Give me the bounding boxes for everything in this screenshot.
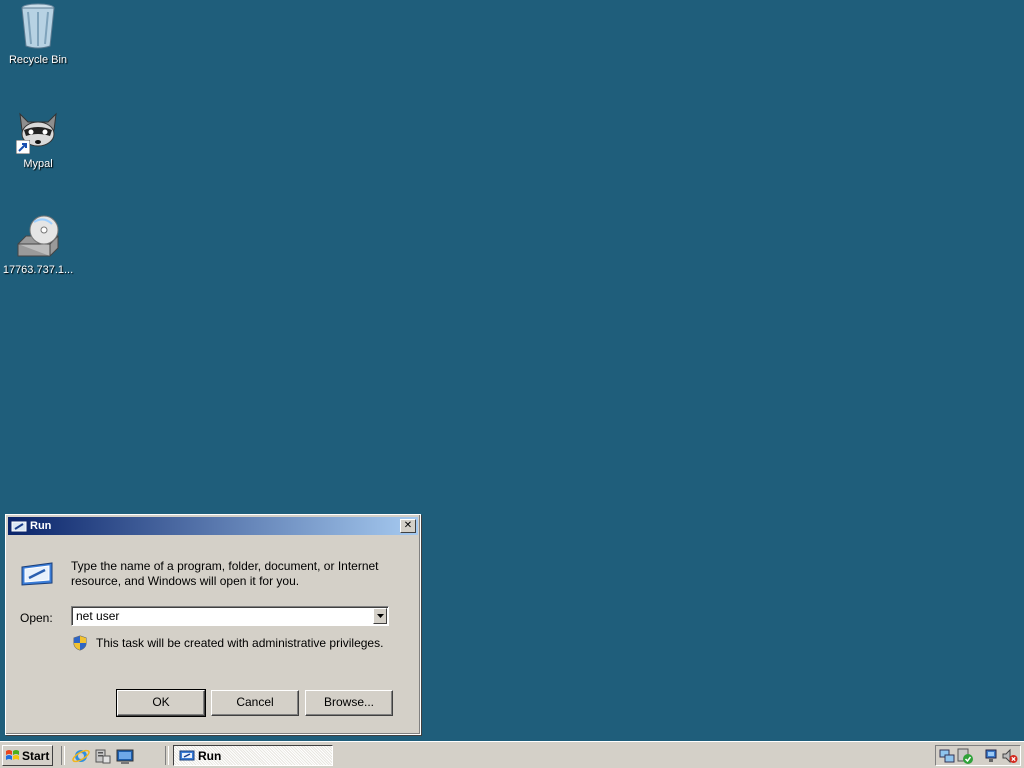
desktop-icon-label: Recycle Bin (8, 54, 68, 66)
desktop-icon-recycle-bin[interactable]: Recycle Bin (0, 2, 76, 66)
show-desktop-icon[interactable] (116, 747, 134, 765)
security-shield-icon[interactable] (957, 748, 973, 767)
desktop-icon-label: 17763.737.1... (2, 264, 74, 276)
close-icon: ✕ (403, 520, 413, 531)
windows-flag-icon (5, 749, 20, 765)
admin-privileges-note: This task will be created with administr… (96, 636, 384, 650)
start-button[interactable]: Start (2, 745, 53, 766)
desktop-icon-mypal[interactable]: Mypal (0, 106, 76, 170)
network-icon[interactable] (939, 748, 955, 767)
ok-button[interactable]: OK (116, 689, 206, 717)
dialog-titlebar[interactable]: Run ✕ (8, 517, 418, 535)
start-label: Start (22, 749, 50, 763)
volume-muted-icon[interactable] (1002, 748, 1018, 767)
taskbar-separator (165, 746, 169, 765)
run-program-icon (20, 561, 54, 590)
run-dialog: Run ✕ Type the name of a program, folder… (5, 514, 421, 735)
desktop-icon-dvd-drive[interactable]: 17763.737.1... (0, 212, 76, 276)
taskbar: Start Run (0, 741, 1024, 768)
taskbar-button-label: Run (198, 749, 222, 763)
desktop-icon-label: Mypal (23, 158, 53, 170)
raccoon-app-icon (14, 106, 62, 154)
open-input[interactable] (76, 609, 366, 623)
uac-shield-icon (72, 635, 88, 654)
taskbar-separator (61, 746, 65, 765)
run-icon (11, 519, 27, 536)
chevron-down-icon (377, 614, 384, 618)
server-manager-icon[interactable] (94, 747, 112, 765)
close-button[interactable]: ✕ (400, 519, 416, 533)
system-tray (935, 745, 1021, 766)
browse-button[interactable]: Browse... (305, 690, 393, 716)
taskbar-button-run[interactable]: Run (173, 745, 333, 766)
cancel-button[interactable]: Cancel (211, 690, 299, 716)
recycle-bin-icon (14, 2, 62, 50)
internet-explorer-icon[interactable] (72, 747, 90, 765)
open-combobox[interactable] (71, 606, 389, 626)
dialog-description: Type the name of a program, folder, docu… (71, 559, 379, 588)
open-dropdown-button[interactable] (373, 608, 387, 624)
open-label: Open: (20, 611, 53, 625)
dvd-drive-icon (14, 212, 62, 260)
run-icon (179, 749, 195, 765)
dialog-title: Run (30, 520, 52, 532)
network-disconnected-icon[interactable] (984, 748, 1000, 767)
